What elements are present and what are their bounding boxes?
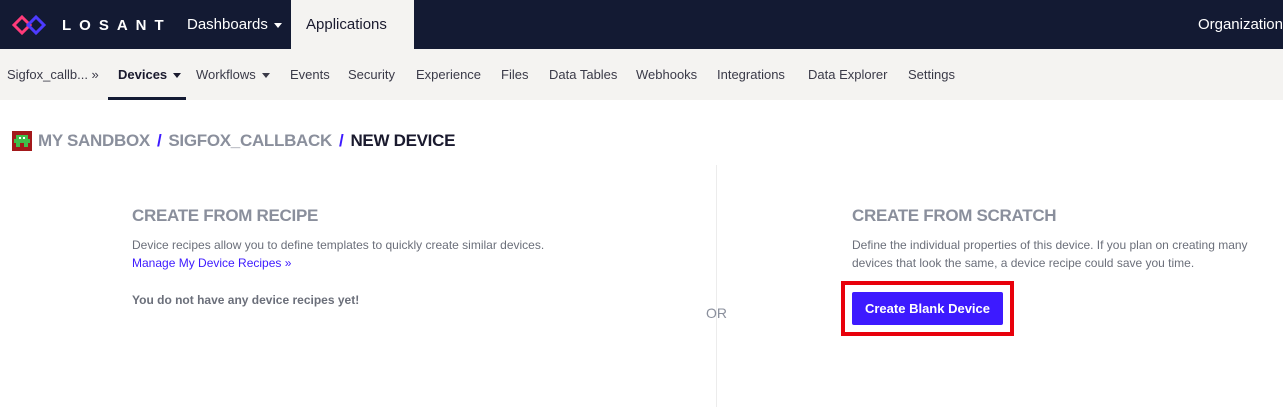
- breadcrumb-current-page: NEW DEVICE: [350, 131, 456, 150]
- subnav-data-tables[interactable]: Data Tables: [549, 49, 617, 100]
- subnav-webhooks[interactable]: Webhooks: [636, 49, 697, 100]
- chevron-down-icon: [261, 73, 270, 79]
- application-subnav: Sigfox_callb... » Devices Workflows Even…: [0, 49, 1283, 100]
- organization-menu[interactable]: Organization: [1188, 0, 1283, 49]
- subnav-workflows[interactable]: Workflows: [196, 49, 270, 100]
- scratch-description-line1: Define the individual properties of this…: [852, 238, 1248, 252]
- breadcrumb-separator: /: [339, 131, 344, 150]
- chevron-down-icon: [273, 22, 282, 28]
- breadcrumb-separator: /: [156, 131, 162, 150]
- nav-applications-label: Applications: [306, 16, 387, 33]
- nav-applications[interactable]: Applications: [291, 0, 414, 77]
- subnav-workflows-label: Workflows: [196, 67, 256, 82]
- recipe-description: Device recipes allow you to define templ…: [132, 238, 545, 252]
- subnav-data-explorer[interactable]: Data Explorer: [808, 49, 887, 100]
- breadcrumb: MY SANDBOX / SIGFOX_CALLBACK / NEW DEVIC…: [12, 131, 455, 151]
- no-recipes-message: You do not have any device recipes yet!: [132, 293, 360, 307]
- recipe-section-title: CREATE FROM RECIPE: [132, 206, 319, 225]
- subnav-files[interactable]: Files: [501, 49, 528, 100]
- breadcrumb-sandbox[interactable]: MY SANDBOX: [38, 131, 150, 151]
- column-divider: [716, 165, 717, 407]
- subnav-integrations[interactable]: Integrations: [717, 49, 785, 100]
- subnav-events[interactable]: Events: [290, 49, 330, 100]
- losant-logo[interactable]: LOSANT: [12, 13, 172, 37]
- breadcrumb-application[interactable]: SIGFOX_CALLBACK: [168, 131, 332, 151]
- scratch-description-line2: devices that look the same, a device rec…: [852, 256, 1195, 270]
- subnav-app-name[interactable]: Sigfox_callb... »: [7, 49, 99, 100]
- logo-mark-icon: [12, 15, 47, 35]
- or-label: OR: [706, 305, 727, 321]
- subnav-devices[interactable]: Devices: [118, 49, 182, 100]
- sandbox-avatar-icon: [12, 131, 32, 151]
- subnav-experience[interactable]: Experience: [416, 49, 481, 100]
- logo-text: LOSANT: [62, 16, 172, 34]
- chevron-down-icon: [173, 73, 182, 79]
- nav-dashboards-label: Dashboards: [187, 16, 268, 33]
- subnav-settings[interactable]: Settings: [908, 49, 955, 100]
- top-navbar: LOSANT Dashboards Applications Organizat…: [0, 0, 1283, 77]
- manage-recipes-link[interactable]: Manage My Device Recipes »: [132, 256, 291, 270]
- active-tab-indicator: [108, 97, 186, 100]
- create-blank-device-button[interactable]: Create Blank Device: [852, 292, 1003, 325]
- nav-dashboards[interactable]: Dashboards: [172, 0, 297, 49]
- scratch-section-title: CREATE FROM SCRATCH: [852, 206, 1057, 225]
- subnav-devices-label: Devices: [118, 67, 168, 82]
- subnav-security[interactable]: Security: [348, 49, 395, 100]
